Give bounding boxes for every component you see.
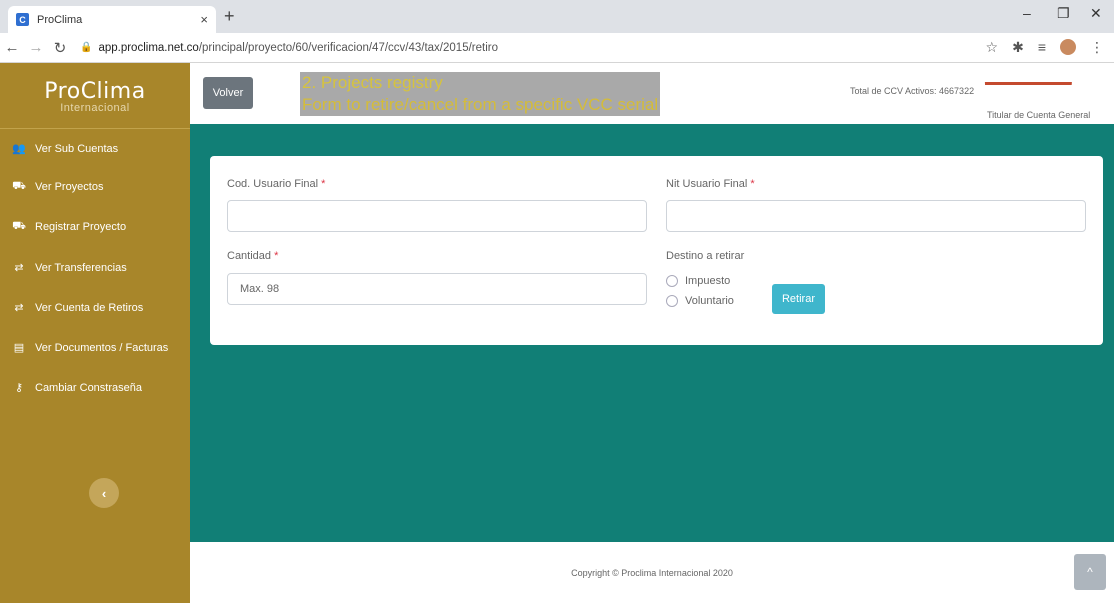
sidebar-item-sub-cuentas[interactable]: 👥 Ver Sub Cuentas [12,142,119,156]
menu-kebab-icon[interactable]: ⋮ [1090,39,1104,56]
window-close-icon[interactable]: ✕ [1090,5,1102,22]
radio-impuesto[interactable]: Impuesto [666,275,730,287]
document-icon: ▤ [13,342,25,354]
sidebar-item-label: Ver Cuenta de Retiros [35,301,144,314]
total-ccv-status: Total de CCV Activos: 4667322 [850,86,975,96]
users-icon: 👥 [12,143,26,155]
tab-close-icon[interactable]: × [200,12,208,27]
new-tab-icon[interactable]: + [224,6,235,27]
cod-usuario-input[interactable] [227,200,647,232]
cantidad-input[interactable]: Max. 98 [227,273,647,305]
radio-label: Impuesto [685,275,731,287]
sidebar-collapse-button[interactable]: ‹ [89,478,119,508]
sidebar-item-proyectos[interactable]: ⛟ Ver Proyectos [12,180,103,194]
proclima-logo[interactable]: ProClima Internacional [0,71,190,129]
sidebar-item-label: Ver Transferencias [35,261,127,274]
logo-title: ProClima [44,79,146,104]
retirar-button[interactable]: Retirar [772,284,825,314]
cantidad-label: Cantidad * [227,250,279,262]
sidebar: ProClima Internacional 👥 Ver Sub Cuentas… [0,63,190,603]
profile-avatar[interactable] [1060,39,1076,55]
hand-holding-icon: ⛟ [12,220,26,232]
radio-circle-icon [666,295,678,307]
scroll-to-top-button[interactable]: ^ [1074,554,1106,590]
annotation-overlay: 2. Projects registry Form to retire/canc… [300,72,661,116]
sidebar-item-label: Ver Documentos / Facturas [35,341,169,354]
footer: Copyright © Proclima Internacional 2020 … [190,542,1114,603]
sidebar-item-documentos[interactable]: ▤ Ver Documentos / Facturas [12,341,169,355]
nit-usuario-input[interactable] [666,200,1086,232]
url-path: /principal/proyecto/60/verificacion/47/c… [198,41,498,54]
exchange-icon: ⇄ [14,302,24,314]
destino-label: Destino a retirar [666,250,745,262]
forward-arrow-icon[interactable]: → [24,39,48,56]
sidebar-item-transferencias[interactable]: ⇄ Ver Transferencias [12,261,127,275]
sidebar-item-label: Registrar Proyecto [35,221,127,233]
nit-usuario-label: Nit Usuario Final * [666,178,755,190]
tab-title: ProClima [37,13,83,26]
cod-usuario-label: Cod. Usuario Final * [227,178,326,190]
main-content: Cod. Usuario Final * Nit Usuario Final *… [190,124,1114,542]
sidebar-item-cambiar-contrasena[interactable]: ⚷ Cambiar Constraseña [12,381,142,395]
radio-label: Voluntario [685,295,734,307]
restore-icon[interactable]: ❐ [1057,5,1070,22]
sidebar-item-label: Ver Sub Cuentas [35,142,119,155]
annotation-line-2: Form to retire/cancel from a specific VC… [302,95,659,114]
account-role: Titular de Cuenta General [987,110,1091,120]
redacted-account-name: ━━━━━━━━━━━━━━━━ [985,78,1072,88]
sidebar-item-cuenta-retiros[interactable]: ⇄ Ver Cuenta de Retiros [12,301,144,315]
back-arrow-icon[interactable]: ← [0,39,24,56]
address-bar: ← → ↻ 🔒 app.proclima.net.co/principal/pr… [0,33,1114,63]
copyright-text: Copyright © Proclima Internacional 2020 [571,568,733,578]
top-header: Volver 2. Projects registry Form to reti… [190,63,1114,124]
retire-form-card: Cod. Usuario Final * Nit Usuario Final *… [210,156,1103,345]
extensions-icon[interactable]: ✱ [1012,39,1024,56]
logo-subtitle: Internacional [60,102,130,114]
radio-circle-icon [666,275,678,287]
bookmark-star-icon[interactable]: ☆ [986,39,999,56]
key-icon: ⚷ [14,382,24,394]
proclima-favicon-icon: C [16,13,29,26]
sidebar-item-label: Ver Proyectos [35,181,104,193]
reload-icon[interactable]: ↻ [48,39,72,57]
sidebar-item-registrar-proyecto[interactable]: ⛟ Registrar Proyecto [12,220,126,234]
url-host: app.proclima.net.co [98,41,199,54]
hand-holding-icon: ⛟ [12,180,26,192]
annotation-line-1: 2. Projects registry [302,73,443,92]
lock-icon: 🔒 [80,42,93,53]
browser-tab-bar: C ProClima × + – ❐ ✕ [0,0,1114,33]
reading-list-icon[interactable]: ≡ [1038,39,1046,56]
sidebar-item-label: Cambiar Constraseña [35,381,142,394]
back-button[interactable]: Volver [203,77,253,109]
minimize-icon[interactable]: – [1023,5,1031,21]
url-field[interactable]: 🔒 app.proclima.net.co/principal/proyecto… [80,42,498,54]
exchange-icon: ⇄ [14,262,24,274]
radio-voluntario[interactable]: Voluntario [666,295,734,307]
browser-tab[interactable]: C ProClima × [8,6,216,33]
